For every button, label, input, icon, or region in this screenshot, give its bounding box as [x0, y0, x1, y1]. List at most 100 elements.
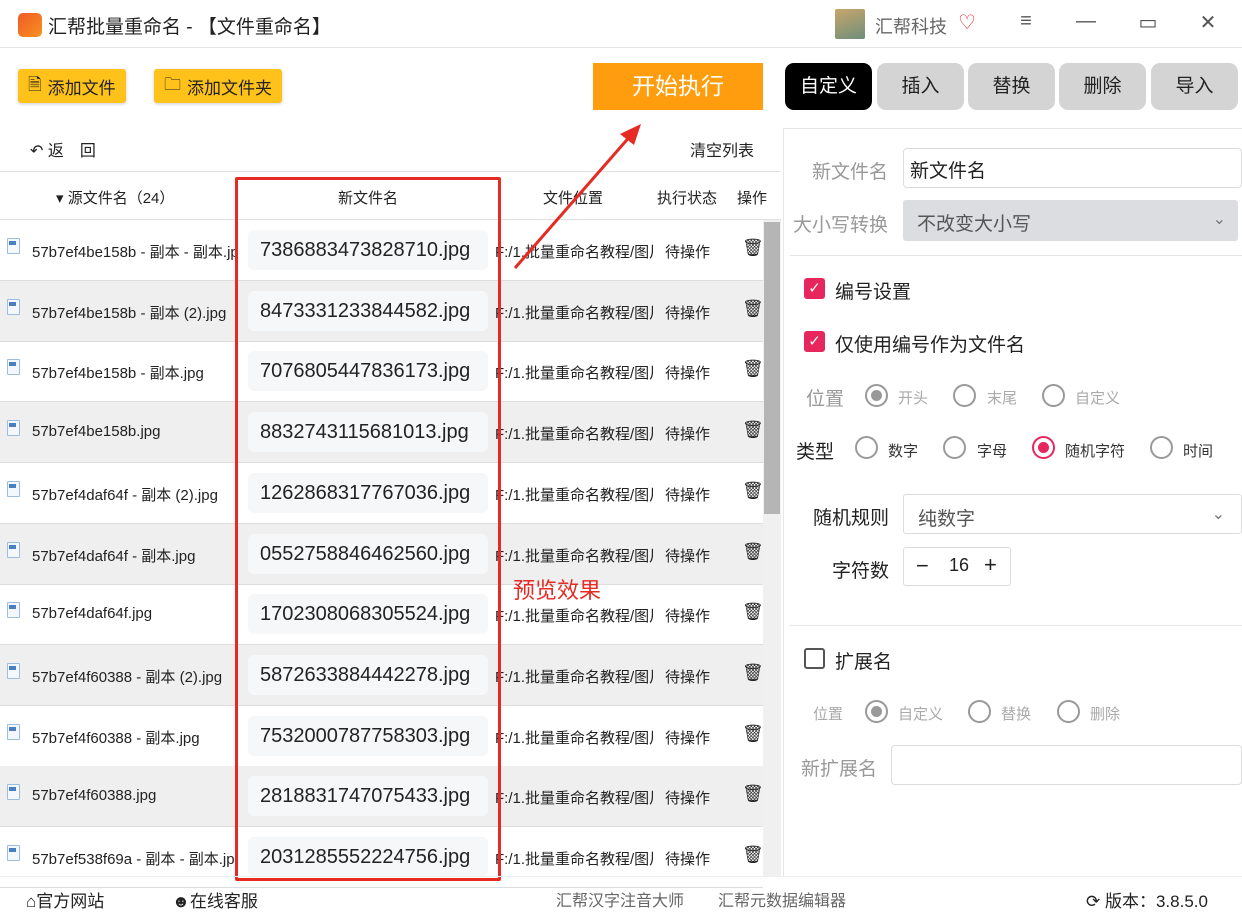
table-row[interactable]: 57b7ef4be158b - 副本.jpg 7076805447836173.… — [0, 341, 764, 403]
minus-button[interactable]: − — [916, 553, 929, 579]
type-number-radio[interactable] — [855, 436, 878, 459]
version-info[interactable]: ⟳ 版本：3.8.5.0 — [1086, 887, 1208, 912]
scrollbar-thumb[interactable] — [764, 222, 780, 514]
support-link[interactable]: ☻在线客服 — [172, 887, 258, 912]
table-row[interactable]: 57b7ef4f60388.jpg 2818831747075433.jpg F… — [0, 766, 764, 828]
add-folder-label: 添加文件夹 — [187, 78, 272, 98]
add-file-button[interactable]: 🗎 添加文件 — [18, 69, 126, 103]
website-link[interactable]: ⌂官方网站 — [26, 887, 104, 912]
start-button[interactable]: 开始执行 — [593, 63, 763, 110]
image-file-icon — [7, 662, 20, 679]
tab-replace[interactable]: 替换 — [968, 63, 1055, 110]
source-name: 57b7ef4f60388 - 副本 (2).jpg — [32, 668, 223, 686]
type-random-radio[interactable] — [1032, 436, 1055, 459]
file-location: F:/1.批量重命名教程/图片 — [495, 426, 653, 444]
trash-icon[interactable]: 🗑 — [742, 724, 764, 744]
image-file-icon — [7, 602, 20, 619]
position-custom-radio[interactable] — [1042, 384, 1065, 407]
trash-icon[interactable]: 🗑 — [742, 542, 764, 562]
add-folder-button[interactable]: 🗀 添加文件夹 — [154, 69, 282, 103]
type-letter-label: 字母 — [977, 443, 1008, 460]
new-name-preview: 7386883473828710.jpg — [248, 230, 488, 270]
trash-icon[interactable]: 🗑 — [742, 784, 764, 804]
col-source[interactable]: ▾ 源文件名（24） — [56, 187, 174, 208]
case-select[interactable]: 不改变大小写 ⌄ — [903, 200, 1238, 241]
type-time-radio[interactable] — [1150, 436, 1173, 459]
app-logo — [18, 13, 42, 37]
new-ext-input[interactable] — [891, 745, 1242, 785]
table-row[interactable]: 57b7ef4daf64f - 副本 (2).jpg 1262868317767… — [0, 463, 764, 524]
file-location: F:/1.批量重命名教程/图片 — [495, 790, 653, 808]
new-name-preview: 0552758846462560.jpg — [248, 533, 488, 574]
maximize-icon[interactable]: ▭ — [1133, 10, 1163, 35]
table-row[interactable]: 57b7ef4daf64f - 副本.jpg 0552758846462560.… — [0, 523, 764, 585]
table-row[interactable]: 57b7ef4be158b - 副本 (2).jpg 8473331233844… — [0, 280, 764, 342]
minimize-icon[interactable]: — — [1071, 10, 1101, 33]
source-name: 57b7ef4be158b - 副本 - 副本.jpg — [32, 244, 237, 261]
image-file-icon — [7, 238, 20, 254]
new-name-input[interactable]: 新文件名 — [903, 148, 1242, 188]
position-custom-label: 自定义 — [1075, 390, 1121, 407]
col-location: 文件位置 — [543, 190, 604, 207]
source-name: 57b7ef4daf64f.jpg — [32, 605, 153, 623]
refresh-icon: ⟳ — [1086, 892, 1105, 911]
close-icon[interactable]: ✕ — [1193, 10, 1223, 35]
image-file-icon — [7, 420, 20, 437]
ext-replace-label: 替换 — [1001, 706, 1032, 723]
menu-icon[interactable]: ≡ — [1011, 10, 1041, 33]
trash-icon[interactable]: 🗑 — [742, 420, 764, 440]
file-location: F:/1.批量重命名教程/图片 — [495, 668, 653, 686]
ext-delete-radio[interactable] — [1057, 700, 1080, 723]
case-label: 大小写转换 — [793, 215, 889, 236]
new-name-preview: 8832743115681013.jpg — [248, 412, 488, 453]
tab-delete[interactable]: 删除 — [1059, 63, 1146, 110]
position-start-radio[interactable] — [865, 384, 888, 407]
tab-custom[interactable]: 自定义 — [785, 63, 872, 110]
new-name-preview: 2031285552224756.jpg — [248, 837, 488, 877]
trash-icon[interactable]: 🗑 — [742, 238, 764, 258]
divider — [790, 625, 1242, 626]
table-row[interactable]: 57b7ef4be158b.jpg 8832743115681013.jpg F… — [0, 402, 764, 464]
type-random-label: 随机字符 — [1065, 443, 1126, 460]
type-letter-radio[interactable] — [943, 436, 966, 459]
ext-custom-radio[interactable] — [865, 700, 888, 723]
ext-replace-radio[interactable] — [968, 700, 991, 723]
annotation-label: 预览效果 — [513, 578, 602, 603]
position-start-label: 开头 — [898, 390, 929, 407]
back-button[interactable]: ↶ 返 回 — [30, 137, 96, 161]
status: 待操作 — [665, 668, 711, 686]
trash-icon[interactable]: 🗑 — [742, 359, 764, 379]
trash-icon[interactable]: 🗑 — [742, 845, 764, 865]
position-end-radio[interactable] — [953, 384, 976, 407]
numbering-checkbox[interactable]: ✓ — [804, 278, 825, 299]
new-name-preview: 7076805447836173.jpg — [248, 351, 488, 392]
image-file-icon — [7, 541, 20, 558]
table-row[interactable]: 57b7ef4f60388 - 副本 (2).jpg 5872633884442… — [0, 644, 764, 706]
metadata-app-link[interactable]: 汇帮元数据编辑器 — [718, 887, 846, 911]
table-row[interactable]: 57b7ef4daf64f.jpg 1702308068305524.jpg F… — [0, 584, 764, 646]
only-number-checkbox[interactable]: ✓ — [804, 331, 825, 352]
trash-icon[interactable]: 🗑 — [742, 663, 764, 683]
trash-icon[interactable]: 🗑 — [742, 299, 764, 319]
clear-list-button[interactable]: 清空列表 — [690, 137, 754, 161]
status: 待操作 — [665, 851, 711, 868]
source-name: 57b7ef4f60388.jpg — [32, 787, 157, 805]
extension-checkbox[interactable] — [804, 648, 825, 669]
char-count-value[interactable]: 16 — [949, 555, 969, 576]
new-name-preview: 5872633884442278.jpg — [248, 654, 488, 695]
source-name: 57b7ef4be158b - 副本 (2).jpg — [32, 304, 227, 322]
image-file-icon — [7, 298, 20, 315]
plus-button[interactable]: + — [984, 552, 997, 578]
table-row[interactable]: 57b7ef4f60388 - 副本.jpg 7532000787758303.… — [0, 706, 764, 767]
avatar[interactable] — [835, 9, 865, 39]
trash-icon[interactable]: 🗑 — [742, 602, 764, 622]
tab-import[interactable]: 导入 — [1151, 63, 1238, 110]
pinyin-app-link[interactable]: 汇帮汉字注音大师 — [556, 887, 684, 911]
support-label: 在线客服 — [189, 892, 258, 911]
random-rule-select[interactable]: 纯数字 ⌄ — [903, 494, 1242, 534]
file-add-icon: 🗎 — [28, 74, 42, 94]
user-name: 汇帮科技 — [875, 17, 947, 37]
table-row[interactable]: 57b7ef4be158b - 副本 - 副本.jpg 738688347382… — [0, 220, 764, 281]
trash-icon[interactable]: 🗑 — [742, 481, 764, 501]
tab-insert[interactable]: 插入 — [877, 63, 964, 110]
